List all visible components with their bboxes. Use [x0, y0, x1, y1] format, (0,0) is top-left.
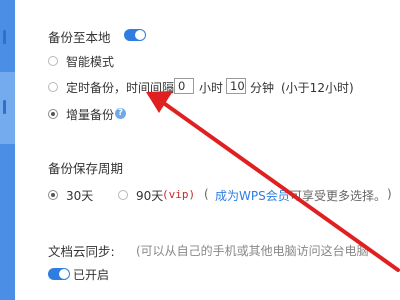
arrow-shaft [163, 102, 400, 272]
arrow-head [146, 91, 173, 113]
red-arrow-annotation [146, 91, 400, 272]
